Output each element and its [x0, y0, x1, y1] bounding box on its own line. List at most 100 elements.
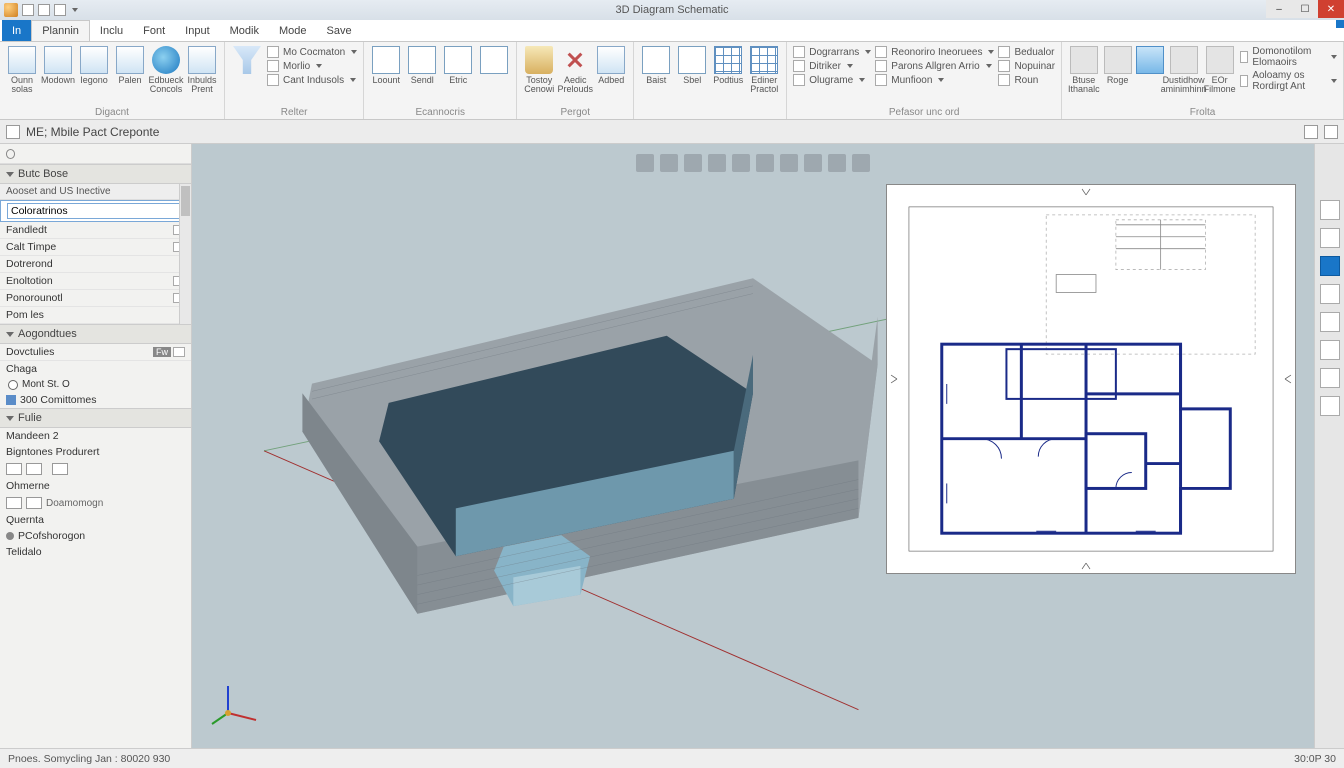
- panel-search[interactable]: [0, 144, 191, 164]
- view-min-icon[interactable]: [1304, 125, 1318, 139]
- tab-inclu[interactable]: Inclu: [90, 20, 133, 41]
- table2-button[interactable]: Ediner Practol: [748, 44, 780, 94]
- gray1-button[interactable]: Btuse Ithanalc: [1068, 44, 1100, 94]
- viewport-3d[interactable]: [192, 144, 1314, 748]
- row-morlio[interactable]: Morlio: [267, 60, 357, 72]
- list-item[interactable]: Fandledt: [0, 222, 191, 239]
- list-item[interactable]: Ponorounotl: [0, 290, 191, 307]
- page-button[interactable]: Loount: [370, 44, 402, 85]
- arrow-button[interactable]: Adbed: [595, 44, 627, 85]
- rr-tool-f-icon[interactable]: [1320, 340, 1340, 360]
- filter2-button[interactable]: Palen: [114, 44, 146, 85]
- floorplan-overlay[interactable]: [886, 184, 1296, 574]
- list-item[interactable]: Pom les: [0, 307, 191, 324]
- sec3-row-f[interactable]: PCofshorogon: [0, 528, 191, 544]
- page2-button[interactable]: Sendl: [406, 44, 438, 85]
- sec2-row-c[interactable]: 300 Comittomes: [0, 392, 191, 408]
- rr-tool-d-icon[interactable]: [1320, 284, 1340, 304]
- row-rou[interactable]: Roun: [998, 74, 1055, 86]
- window-button[interactable]: Modown: [42, 44, 74, 85]
- mini-c-icon[interactable]: [52, 463, 68, 475]
- row-dog[interactable]: Dograrrans: [793, 46, 871, 58]
- vt-home-icon[interactable]: [732, 154, 750, 172]
- scrollbar-thumb[interactable]: [181, 186, 190, 216]
- rr-tool-c-icon[interactable]: [1320, 256, 1340, 276]
- tab-modik[interactable]: Modik: [220, 20, 269, 41]
- mini-d-icon[interactable]: [6, 497, 22, 509]
- view-close-icon[interactable]: [1324, 125, 1338, 139]
- sec3-row-c[interactable]: Ohmerne: [0, 478, 191, 494]
- vt-clock-icon[interactable]: [660, 154, 678, 172]
- vt-info-icon[interactable]: [636, 154, 654, 172]
- row-nop[interactable]: Nopuinar: [998, 60, 1055, 72]
- gray2-button[interactable]: Roge: [1104, 44, 1132, 85]
- gray4-button[interactable]: EOr Filmone: [1204, 44, 1236, 94]
- qat-undo-icon[interactable]: [38, 4, 50, 16]
- globe-button[interactable]: Edbueck Concols: [150, 44, 182, 94]
- rect-button[interactable]: Baist: [640, 44, 672, 85]
- scrollbar[interactable]: [179, 184, 191, 324]
- close-button[interactable]: ✕: [1318, 0, 1344, 18]
- sec3-row-1[interactable]: Bigntones Produrert: [0, 444, 191, 460]
- tab-save[interactable]: Save: [317, 20, 362, 41]
- row-mocomaton[interactable]: Mo Cocmaton: [267, 46, 357, 58]
- tab-plannin[interactable]: Plannin: [31, 20, 90, 41]
- row-dom[interactable]: Domonotilom Elomaoirs: [1240, 46, 1337, 68]
- sec3-row-e[interactable]: Quernta: [0, 512, 191, 528]
- search-input[interactable]: [19, 147, 185, 161]
- vt-gear-icon[interactable]: [684, 154, 702, 172]
- row-mun[interactable]: Munfioon: [875, 74, 994, 86]
- axis-widget[interactable]: [208, 678, 268, 728]
- sec1-header[interactable]: Butc Bose: [0, 164, 191, 184]
- rr-tool-a-icon[interactable]: [1320, 200, 1340, 220]
- row-icon[interactable]: [173, 347, 185, 357]
- clipboard-button[interactable]: Tostoy Cenowi: [523, 44, 555, 94]
- tab-mode[interactable]: Mode: [269, 20, 317, 41]
- fw-badge[interactable]: Fw: [153, 347, 171, 357]
- rect2-button[interactable]: Sbel: [676, 44, 708, 85]
- tab-font[interactable]: Font: [133, 20, 175, 41]
- layers-button[interactable]: Iegono: [78, 44, 110, 85]
- mini-a-icon[interactable]: [6, 463, 22, 475]
- cube-button[interactable]: Ounn solas: [6, 44, 38, 94]
- rr-tool-g-icon[interactable]: [1320, 368, 1340, 388]
- list-item[interactable]: Dotrerond: [0, 256, 191, 273]
- gray3-button[interactable]: Dustidhow aminimhinn: [1168, 44, 1200, 94]
- delete-button[interactable]: Aedic Prelouds: [559, 44, 591, 94]
- rr-tool-e-icon[interactable]: [1320, 312, 1340, 332]
- sec3-row-g[interactable]: Telidalo: [0, 544, 191, 560]
- vt-grid-icon[interactable]: [780, 154, 798, 172]
- target-button[interactable]: Inbulds Prent: [186, 44, 218, 94]
- row-olu[interactable]: Olugrame: [793, 74, 871, 86]
- rr-tool-h-icon[interactable]: [1320, 396, 1340, 416]
- mini-e-icon[interactable]: [26, 497, 42, 509]
- sec2-header[interactable]: Aogondtues: [0, 324, 191, 344]
- row-par[interactable]: Parons Allgren Arrio: [875, 60, 994, 72]
- page3-button[interactable]: Etric: [442, 44, 474, 85]
- accent-button[interactable]: [1136, 44, 1164, 74]
- sec3-row-0[interactable]: Mandeen 2: [0, 428, 191, 444]
- funnel-button[interactable]: [231, 44, 263, 74]
- tab-file[interactable]: In: [2, 20, 31, 41]
- sec2-radio[interactable]: Mont St. O: [0, 377, 191, 392]
- mini-b-icon[interactable]: [26, 463, 42, 475]
- sec2-row-a[interactable]: Dovctulies Fw: [0, 344, 191, 361]
- vt-light-icon[interactable]: [756, 154, 774, 172]
- vt-cube-icon[interactable]: [708, 154, 726, 172]
- list-item[interactable]: Calt Timpe: [0, 239, 191, 256]
- qat-dropdown-icon[interactable]: [72, 8, 78, 12]
- sec3-header[interactable]: Fulie: [0, 408, 191, 428]
- row-cantindusols[interactable]: Cant Indusols: [267, 74, 357, 86]
- sec1-input-row[interactable]: [0, 200, 191, 222]
- minimize-button[interactable]: –: [1266, 0, 1292, 18]
- row-aol[interactable]: Aoloamy os Rordirgt Ant: [1240, 70, 1337, 92]
- vt-misc-icon[interactable]: [852, 154, 870, 172]
- sec1-input[interactable]: [7, 203, 184, 219]
- table-button[interactable]: Podtius: [712, 44, 744, 85]
- rr-tool-b-icon[interactable]: [1320, 228, 1340, 248]
- row-bed[interactable]: Bedualor: [998, 46, 1055, 58]
- row-dit[interactable]: Ditriker: [793, 60, 871, 72]
- maximize-button[interactable]: ☐: [1292, 0, 1318, 18]
- qat-redo-icon[interactable]: [54, 4, 66, 16]
- view-body-icon[interactable]: [6, 125, 20, 139]
